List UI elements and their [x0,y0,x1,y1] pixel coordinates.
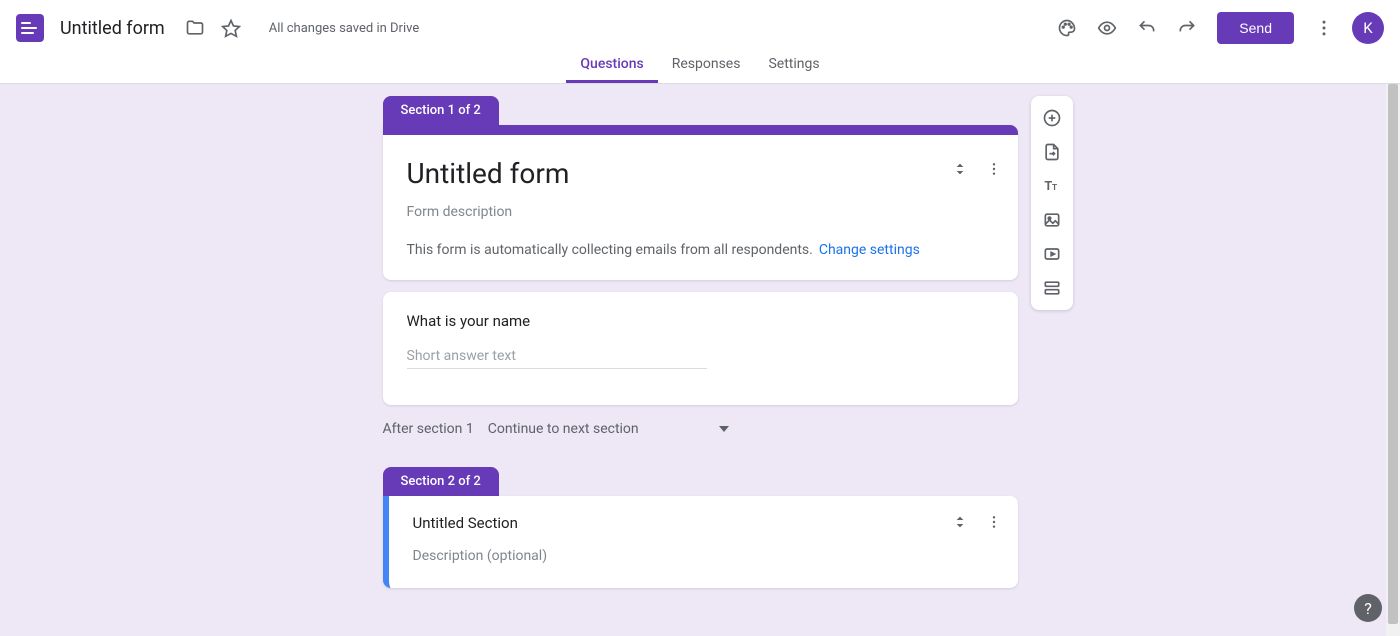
add-question-icon[interactable] [1034,102,1070,134]
canvas: Section 1 of 2 Untitled form Form descri… [0,84,1400,636]
more-menu-icon[interactable] [1306,10,1342,46]
palette-icon[interactable] [1049,10,1085,46]
dropdown-arrow-icon [719,424,729,434]
floating-toolbar: TT [1031,96,1073,310]
import-questions-icon[interactable] [1034,136,1070,168]
section-2-title[interactable]: Untitled Section [413,514,994,532]
after-section-select[interactable]: Continue to next section [488,421,729,437]
after-section-row: After section 1 Continue to next section [383,421,1018,437]
scrollbar-thumb[interactable] [1388,84,1398,624]
send-button[interactable]: Send [1217,12,1294,44]
tab-settings[interactable]: Settings [754,52,833,83]
help-icon[interactable]: ? [1354,594,1382,622]
section-more-icon[interactable] [986,161,1002,177]
star-icon[interactable] [213,10,249,46]
section-2-description-placeholder[interactable]: Description (optional) [413,548,994,564]
section-2-header-card[interactable]: Untitled Section Description (optional) [383,496,1018,588]
redo-icon[interactable] [1169,10,1205,46]
undo-icon[interactable] [1129,10,1165,46]
collapse-section-2-icon[interactable] [952,514,968,530]
tab-responses[interactable]: Responses [658,52,755,83]
form-description-placeholder[interactable]: Form description [407,204,994,220]
section-2-more-icon[interactable] [986,514,1002,530]
section-1: Section 1 of 2 Untitled form Form descri… [383,96,1018,437]
preview-icon[interactable] [1089,10,1125,46]
collect-text: This form is automatically collecting em… [407,242,813,258]
short-answer-placeholder: Short answer text [407,348,707,369]
change-settings-link[interactable]: Change settings [819,242,920,258]
forms-logo[interactable] [16,14,44,42]
add-title-icon[interactable]: TT [1034,170,1070,202]
section-1-badge: Section 1 of 2 [383,96,499,125]
after-section-label: After section 1 [383,421,474,437]
section-2-actions [952,514,1002,530]
email-collection-notice: This form is automatically collecting em… [407,242,994,258]
folder-icon[interactable] [177,10,213,46]
section-2-badge: Section 2 of 2 [383,467,499,496]
form-header-card[interactable]: Untitled form Form description This form… [383,125,1018,280]
header-card-actions [952,161,1002,177]
save-status-text: All changes saved in Drive [269,21,420,36]
section-2: Section 2 of 2 Untitled Section Descript… [383,467,1018,588]
question-card-1[interactable]: What is your name Short answer text [383,292,1018,405]
collapse-section-icon[interactable] [952,161,968,177]
scrollbar-track[interactable] [1386,84,1400,636]
after-section-value: Continue to next section [488,421,639,437]
topbar-right: Send K [1049,10,1384,46]
form-title[interactable]: Untitled form [407,157,994,190]
topbar: Untitled form All changes saved in Drive… [0,0,1400,56]
content-area: Section 1 of 2 Untitled form Form descri… [383,84,1018,588]
add-section-icon[interactable] [1034,272,1070,304]
add-video-icon[interactable] [1034,238,1070,270]
svg-text:T: T [1052,182,1057,192]
tabbar: Questions Responses Settings [0,56,1400,84]
question-1-title[interactable]: What is your name [407,312,994,330]
avatar[interactable]: K [1352,12,1384,44]
add-image-icon[interactable] [1034,204,1070,236]
tab-questions[interactable]: Questions [566,52,657,83]
document-title[interactable]: Untitled form [60,18,165,39]
